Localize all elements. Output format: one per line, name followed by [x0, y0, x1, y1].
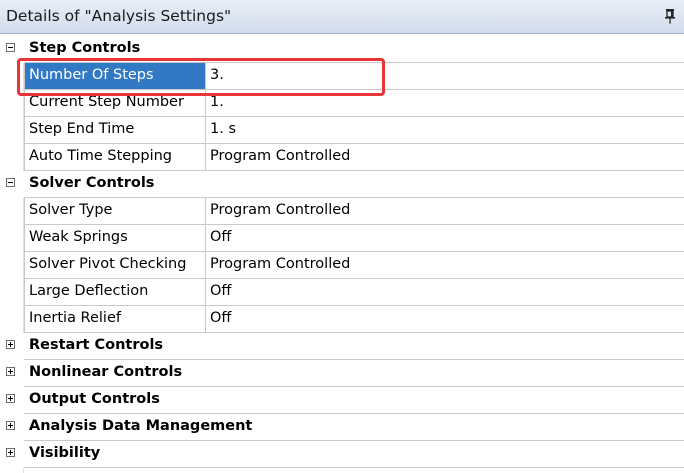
property-value[interactable]: 1. s — [210, 121, 236, 137]
property-name: Auto Time Stepping — [29, 148, 173, 164]
details-title-bar: Details of "Analysis Settings" — [0, 0, 684, 34]
expand-box-icon[interactable] — [6, 448, 15, 457]
collapse-box-icon[interactable] — [6, 178, 15, 187]
group-label: Visibility — [29, 445, 101, 461]
property-name: Solver Pivot Checking — [29, 256, 187, 272]
property-value[interactable]: Off — [210, 283, 231, 299]
group-label: Output Controls — [29, 391, 160, 407]
property-name: Weak Springs — [29, 229, 128, 245]
property-row-inertia-relief[interactable]: Inertia Relief Off — [0, 306, 684, 333]
properties-grid: Step Controls Number Of Steps 3. Current… — [0, 36, 684, 473]
property-name: Inertia Relief — [29, 310, 121, 326]
property-name: Current Step Number — [29, 94, 184, 110]
group-analysis-data-management[interactable]: Analysis Data Management — [0, 414, 684, 441]
group-label: Restart Controls — [29, 337, 164, 353]
group-label: Step Controls — [29, 40, 141, 56]
property-value[interactable]: 1. — [210, 94, 224, 110]
property-name: Step End Time — [29, 121, 135, 137]
property-value[interactable]: 3. — [210, 67, 224, 83]
group-label: Nonlinear Controls — [29, 364, 183, 380]
group-nonlinear-controls[interactable]: Nonlinear Controls — [0, 360, 684, 387]
group-output-controls[interactable]: Output Controls — [0, 387, 684, 414]
property-value[interactable]: Program Controlled — [210, 202, 350, 218]
details-title: Details of "Analysis Settings" — [6, 7, 232, 25]
expand-box-icon[interactable] — [6, 340, 15, 349]
group-step-controls[interactable]: Step Controls — [0, 36, 684, 63]
property-row-solver-pivot-checking[interactable]: Solver Pivot Checking Program Controlled — [0, 252, 684, 279]
group-restart-controls[interactable]: Restart Controls — [0, 333, 684, 360]
property-value[interactable]: Program Controlled — [210, 148, 350, 164]
property-row-auto-time-stepping[interactable]: Auto Time Stepping Program Controlled — [0, 144, 684, 171]
property-value[interactable]: Program Controlled — [210, 256, 350, 272]
collapse-box-icon[interactable] — [6, 43, 15, 52]
expand-box-icon[interactable] — [6, 421, 15, 430]
property-row-large-deflection[interactable]: Large Deflection Off — [0, 279, 684, 306]
property-row-weak-springs[interactable]: Weak Springs Off — [0, 225, 684, 252]
property-value[interactable]: Off — [210, 310, 231, 326]
details-panel: Details of "Analysis Settings" Step Cont… — [0, 0, 684, 473]
expand-box-icon[interactable] — [6, 394, 15, 403]
property-row-solver-type[interactable]: Solver Type Program Controlled — [0, 198, 684, 225]
property-row-step-end-time[interactable]: Step End Time 1. s — [0, 117, 684, 144]
property-row-number-of-steps[interactable]: Number Of Steps 3. — [0, 63, 684, 90]
group-solver-controls[interactable]: Solver Controls — [0, 171, 684, 198]
expand-box-icon[interactable] — [6, 367, 15, 376]
group-label: Solver Controls — [29, 175, 155, 191]
property-row-current-step-number[interactable]: Current Step Number 1. — [0, 90, 684, 117]
property-value[interactable]: Off — [210, 229, 231, 245]
group-visibility[interactable]: Visibility — [0, 441, 684, 468]
property-name: Solver Type — [29, 202, 113, 218]
property-name: Large Deflection — [29, 283, 149, 299]
property-name: Number Of Steps — [29, 67, 154, 83]
pin-icon[interactable] — [664, 8, 676, 24]
group-label: Analysis Data Management — [29, 418, 253, 434]
